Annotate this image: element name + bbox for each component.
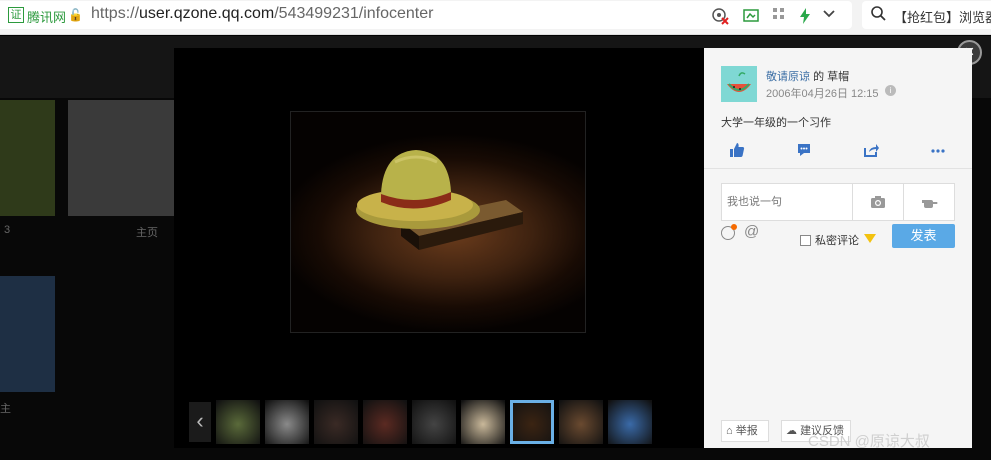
thumbnail-dark-scene[interactable] xyxy=(314,400,358,444)
avatar[interactable] xyxy=(721,66,757,102)
share-icon[interactable] xyxy=(861,142,881,160)
thumbnail-toy-figures[interactable] xyxy=(461,400,505,444)
thumbnail-robot[interactable] xyxy=(265,400,309,444)
vip-diamond-icon xyxy=(864,234,876,243)
report-label: 举报 xyxy=(735,425,758,437)
submit-comment-button[interactable]: 发表 xyxy=(892,224,955,248)
search-suggestion[interactable]: 【抢红包】浏览器 xyxy=(894,7,991,26)
author-link[interactable]: 敬请原谅 xyxy=(766,71,810,83)
url-path: /543499231/infocenter xyxy=(274,5,434,22)
straw-hat-render xyxy=(356,150,523,250)
notification-dot xyxy=(731,224,737,230)
mention-icon[interactable]: @ xyxy=(744,223,759,240)
background-photo xyxy=(0,100,55,216)
search-icon[interactable] xyxy=(870,5,886,26)
author-line: 敬请原谅 的 草帽 xyxy=(766,68,849,84)
url-text[interactable]: https://user.qzone.qq.com/543499231/info… xyxy=(91,5,433,23)
thumbnail-cartoon[interactable] xyxy=(559,400,603,444)
like-icon[interactable] xyxy=(727,142,747,160)
apps-grid-icon[interactable] xyxy=(772,7,786,25)
album-name[interactable]: 草帽 xyxy=(827,71,849,83)
comment-icon[interactable] xyxy=(794,142,814,160)
thumbnail-creature[interactable] xyxy=(363,400,407,444)
lightning-icon[interactable] xyxy=(798,7,812,25)
thumbnail-straw-hat[interactable] xyxy=(510,400,554,444)
certificate-icon[interactable]: 证 xyxy=(8,7,24,23)
comment-composer xyxy=(721,183,955,221)
url-host: user.qzone.qq.com xyxy=(139,5,275,22)
background-photo xyxy=(68,100,174,216)
background-label: 主页 xyxy=(136,227,158,239)
certificate-label[interactable]: 腾讯网 xyxy=(27,7,66,26)
watermark: CSDN @原谅大叔 xyxy=(808,433,930,450)
previous-photo-button[interactable]: ‹ xyxy=(189,402,211,442)
private-comment-label: 私密评论 xyxy=(815,235,859,247)
photo-caption: 大学一年级的一个习作 xyxy=(721,117,831,129)
background-label: 主 xyxy=(0,403,11,415)
report-icon: ⌂ xyxy=(726,425,736,437)
comment-input[interactable] xyxy=(722,184,852,220)
private-comment-checkbox[interactable] xyxy=(800,235,811,246)
thumbnail-machine[interactable] xyxy=(412,400,456,444)
more-icon[interactable] xyxy=(928,142,948,160)
browser-toolbar: 证 腾讯网 🔓 https://user.qzone.qq.com/543499… xyxy=(0,0,991,35)
divider xyxy=(704,168,972,169)
tracking-block-icon[interactable] xyxy=(711,7,729,25)
address-bar[interactable]: 证 腾讯网 🔓 https://user.qzone.qq.com/543499… xyxy=(0,1,852,29)
background-photo xyxy=(0,276,55,392)
author-of: 的 xyxy=(813,71,825,83)
poke-hand-icon[interactable] xyxy=(903,184,955,220)
lock-warning-icon[interactable]: 🔓 xyxy=(68,8,83,22)
chevron-down-icon[interactable] xyxy=(822,7,836,25)
post-timestamp: 2006年04月26日 12:15 xyxy=(766,88,879,100)
photo-info-panel: 敬请原谅 的 草帽 2006年04月26日 12:15 i 大学一年级的一个习作… xyxy=(704,48,972,448)
thumbnail-yellow-car[interactable] xyxy=(216,400,260,444)
photo-viewer: ‹ xyxy=(174,48,704,448)
thumbnail-ship[interactable] xyxy=(608,400,652,444)
report-button[interactable]: ⌂ 举报 xyxy=(721,420,769,442)
screenshot-icon[interactable] xyxy=(742,7,760,25)
info-icon[interactable]: i xyxy=(885,85,896,96)
search-box[interactable]: 【抢红包】浏览器 xyxy=(862,1,991,29)
background-label: 3 xyxy=(4,224,11,236)
feedback-icon: ☁ xyxy=(786,425,801,437)
url-scheme: https:// xyxy=(91,5,140,22)
main-photo[interactable] xyxy=(290,111,586,333)
camera-icon[interactable] xyxy=(852,184,903,220)
